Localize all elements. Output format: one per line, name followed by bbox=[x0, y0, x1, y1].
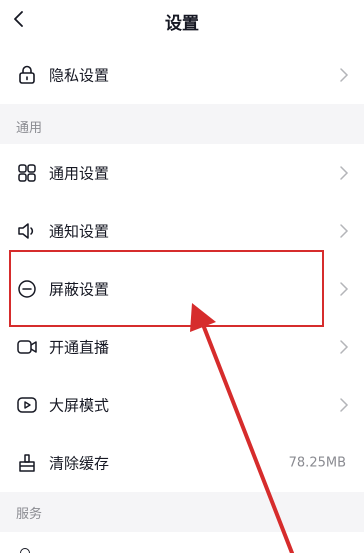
top-bar: 设置 bbox=[0, 0, 364, 44]
chevron-right-icon bbox=[338, 397, 350, 413]
partial-icon bbox=[20, 548, 30, 553]
section-title-general: 通用 bbox=[16, 121, 43, 136]
block-settings-row[interactable]: 屏蔽设置 bbox=[0, 260, 364, 318]
service-row-partial[interactable] bbox=[0, 532, 364, 553]
chevron-right-icon bbox=[338, 339, 350, 355]
general-settings-label: 通用设置 bbox=[49, 164, 110, 183]
big-screen-mode-row[interactable]: 大屏模式 bbox=[0, 376, 364, 434]
clear-cache-label: 清除缓存 bbox=[49, 454, 110, 473]
privacy-settings-row[interactable]: 隐私设置 bbox=[0, 46, 364, 104]
play-screen-icon bbox=[16, 394, 38, 416]
block-minus-circle-icon bbox=[16, 278, 38, 300]
chevron-right-icon bbox=[338, 223, 350, 239]
notification-settings-label: 通知设置 bbox=[49, 222, 110, 241]
section-general: 通用 bbox=[0, 104, 364, 144]
start-live-row[interactable]: 开通直播 bbox=[0, 318, 364, 376]
section-title-service: 服务 bbox=[16, 507, 43, 522]
video-camera-icon bbox=[16, 336, 38, 358]
big-screen-mode-label: 大屏模式 bbox=[49, 396, 110, 415]
section-service: 服务 bbox=[0, 492, 364, 532]
broom-icon bbox=[16, 452, 38, 474]
page-title: 设置 bbox=[165, 14, 199, 34]
general-settings-row[interactable]: 通用设置 bbox=[0, 144, 364, 202]
clear-cache-row[interactable]: 清除缓存 78.25MB bbox=[0, 434, 364, 492]
cache-size-value: 78.25MB bbox=[288, 455, 346, 471]
chevron-right-icon bbox=[338, 67, 350, 83]
start-live-label: 开通直播 bbox=[49, 338, 110, 357]
privacy-settings-label: 隐私设置 bbox=[49, 66, 110, 85]
chevron-right-icon bbox=[338, 281, 350, 297]
notification-settings-row[interactable]: 通知设置 bbox=[0, 202, 364, 260]
lock-icon bbox=[16, 64, 38, 86]
chevron-right-icon bbox=[338, 165, 350, 181]
speaker-icon bbox=[16, 220, 38, 242]
grid-icon bbox=[16, 162, 38, 184]
block-settings-label: 屏蔽设置 bbox=[49, 280, 110, 299]
